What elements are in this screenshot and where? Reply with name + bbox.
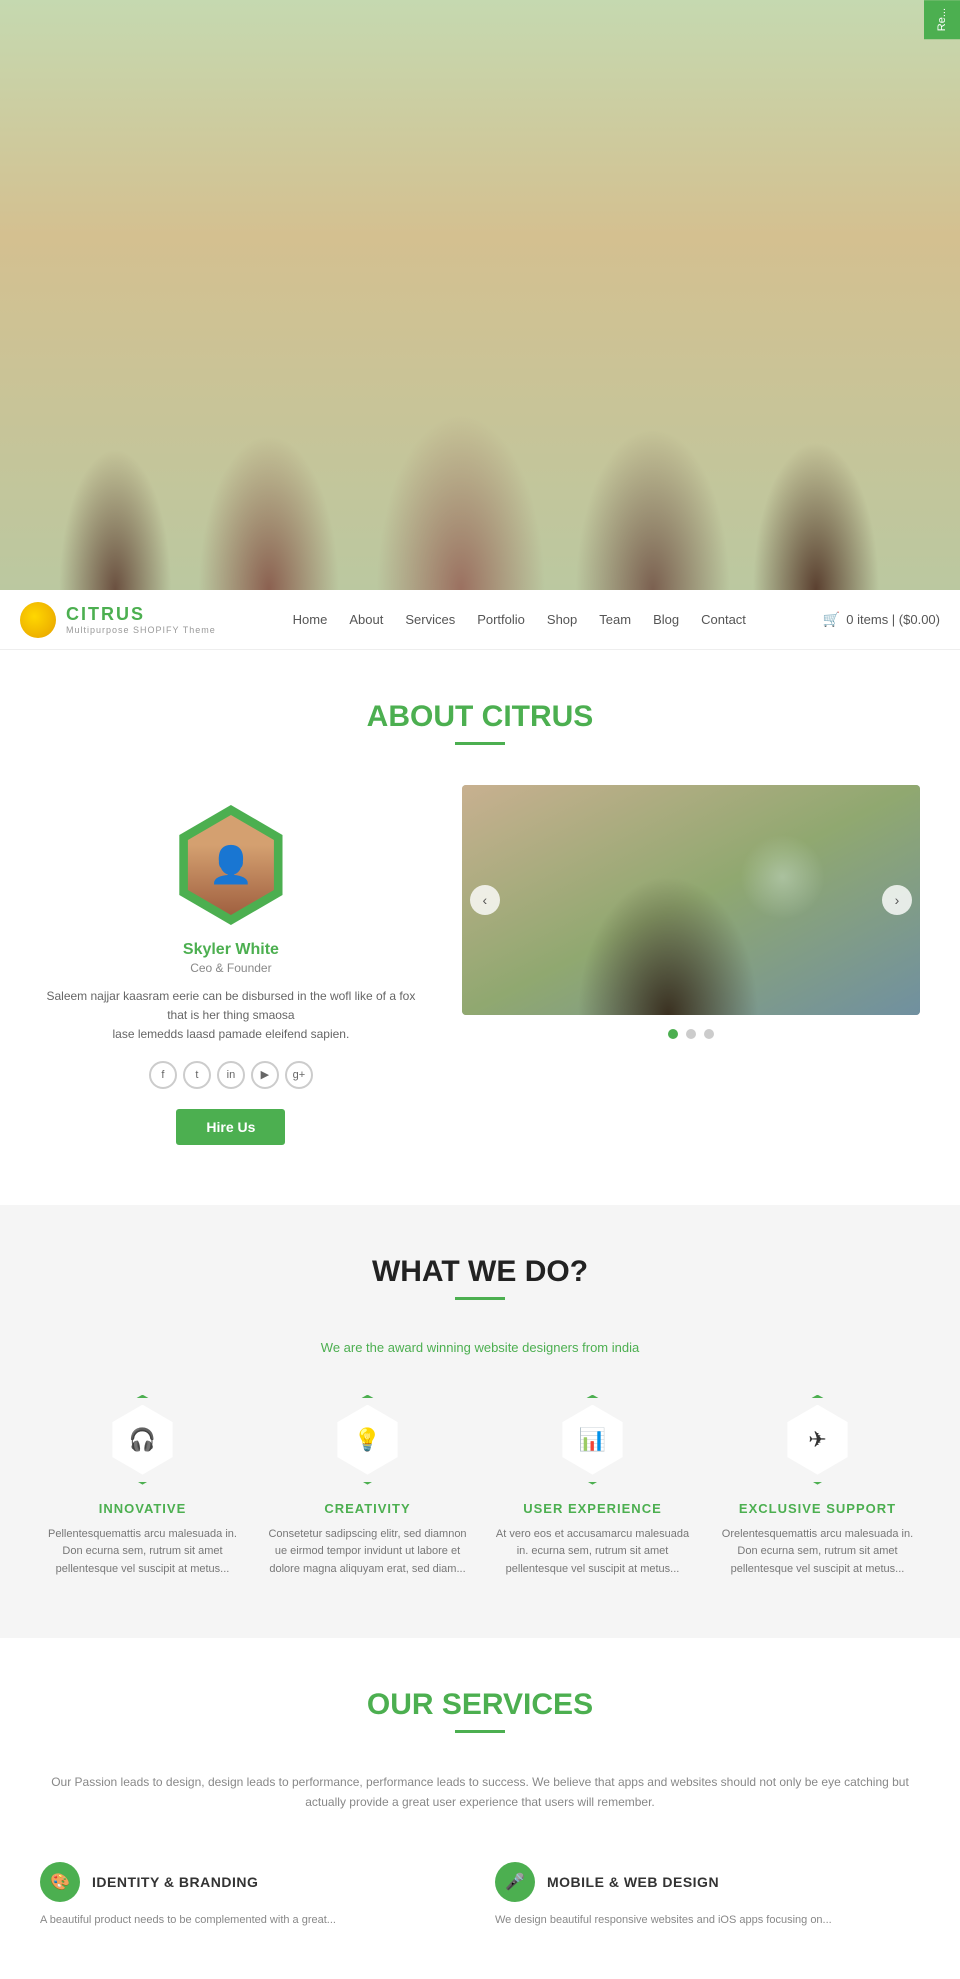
feature-desc-creativity: Consetetur sadipscing elitr, sed diamnon… [265,1526,470,1579]
feature-title-innovative: INNOVATIVE [99,1501,187,1516]
feature-hex-support: ✈ [773,1395,863,1485]
chart-icon: 📊 [579,1427,606,1453]
hire-us-button[interactable]: Hire Us [176,1109,285,1145]
register-button[interactable]: Re... [924,0,960,39]
feature-hex-innovative: 🎧 [98,1395,188,1485]
cart-icon: 🛒 [823,611,840,628]
logo-subtitle: Multipurpose SHOPIFY Theme [66,625,216,635]
feature-title-creativity: CREATIVITY [324,1501,410,1516]
whatwedo-section: WHAT WE DO? We are the award winning web… [0,1205,960,1639]
slider: ‹ › [462,785,920,1015]
about-content: 👤 Skyler White Ceo & Founder Saleem najj… [40,785,920,1145]
about-person: 👤 Skyler White Ceo & Founder Saleem najj… [40,785,422,1145]
services-section: OUR SERVICES Our Passion leads to design… [0,1638,960,1979]
social-linkedin[interactable]: in [217,1061,245,1089]
logo-text: CITRUS Multipurpose SHOPIFY Theme [66,604,216,636]
about-title: ABOUT CITRUS [40,700,920,734]
nav-links: Home About Services Portfolio Shop Team … [216,612,823,627]
social-facebook[interactable]: f [149,1061,177,1089]
nav-home[interactable]: Home [293,612,328,627]
headphones-icon: 🎧 [129,1427,156,1453]
feature-title-ux: USER EXPERIENCE [523,1501,662,1516]
feature-desc-support: Orelentesquemattis arcu malesuada in. Do… [715,1526,920,1579]
hero-image [0,0,960,590]
branding-icon: 🎨 [40,1862,80,1902]
person-desc: Saleem najjar kaasram eerie can be disbu… [40,987,422,1045]
service-webdesign-header: 🎤 MOBILE & WEB DESIGN [495,1862,920,1902]
feature-desc-ux: At vero eos et accusamarcu malesuada in.… [490,1526,695,1579]
nav-services[interactable]: Services [405,612,455,627]
feature-desc-innovative: Pellentesquemattis arcu malesuada in. Do… [40,1526,245,1579]
social-googleplus[interactable]: g+ [285,1061,313,1089]
person-title: Ceo & Founder [190,961,271,975]
slider-dot-1[interactable] [668,1029,678,1039]
logo-icon [20,602,56,638]
service-branding-desc: A beautiful product needs to be compleme… [40,1912,465,1930]
about-section: ABOUT CITRUS 👤 Skyler White Ceo & Founde… [0,650,960,1205]
service-webdesign: 🎤 MOBILE & WEB DESIGN We design beautifu… [495,1852,920,1940]
cart-count: 0 items | ($0.00) [846,612,940,627]
nav-shop[interactable]: Shop [547,612,577,627]
feature-innovative: 🎧 INNOVATIVE Pellentesquemattis arcu mal… [40,1395,245,1579]
service-branding-header: 🎨 IDENTITY & BRANDING [40,1862,465,1902]
services-grid: 🎨 IDENTITY & BRANDING A beautiful produc… [40,1852,920,1940]
whatwedo-title: WHAT WE DO? [40,1255,920,1289]
slider-dots [462,1029,920,1039]
feature-title-support: EXCLUSIVE SUPPORT [739,1501,896,1516]
social-youtube[interactable]: ▶ [251,1061,279,1089]
service-branding: 🎨 IDENTITY & BRANDING A beautiful produc… [40,1852,465,1940]
social-twitter[interactable]: t [183,1061,211,1089]
feature-ux: 📊 USER EXPERIENCE At vero eos et accusam… [490,1395,695,1579]
slider-image [462,785,920,1015]
slider-dot-3[interactable] [704,1029,714,1039]
service-webdesign-name: MOBILE & WEB DESIGN [547,1874,719,1890]
nav-contact[interactable]: Contact [701,612,746,627]
nav-portfolio[interactable]: Portfolio [477,612,525,627]
about-underline [455,742,505,745]
service-branding-name: IDENTITY & BRANDING [92,1874,258,1890]
person-name: Skyler White [183,941,279,959]
service-webdesign-desc: We design beautiful responsive websites … [495,1912,920,1930]
feature-creativity: 💡 CREATIVITY Consetetur sadipscing elitr… [265,1395,470,1579]
whatwedo-underline [455,1297,505,1300]
webdesign-icon: 🎤 [495,1862,535,1902]
services-underline [455,1730,505,1733]
avatar: 👤 [171,805,291,925]
feature-hex-creativity: 💡 [323,1395,413,1485]
logo-area: CITRUS Multipurpose SHOPIFY Theme [20,602,216,638]
navbar: CITRUS Multipurpose SHOPIFY Theme Home A… [0,590,960,650]
feature-hex-ux: 📊 [548,1395,638,1485]
bulb-icon: 💡 [354,1427,381,1453]
about-slider: ‹ › [462,785,920,1039]
cart-area[interactable]: 🛒 0 items | ($0.00) [823,611,940,628]
slider-dot-2[interactable] [686,1029,696,1039]
services-title: OUR SERVICES [40,1688,920,1722]
slider-prev[interactable]: ‹ [470,885,500,915]
services-subtitle: Our Passion leads to design, design lead… [40,1773,920,1811]
nav-blog[interactable]: Blog [653,612,679,627]
plane-icon: ✈ [808,1427,826,1453]
slider-next[interactable]: › [882,885,912,915]
whatwedo-subtitle: We are the award winning website designe… [40,1340,920,1355]
nav-about[interactable]: About [349,612,383,627]
feature-support: ✈ EXCLUSIVE SUPPORT Orelentesquemattis a… [715,1395,920,1579]
features-grid: 🎧 INNOVATIVE Pellentesquemattis arcu mal… [40,1395,920,1579]
nav-team[interactable]: Team [599,612,631,627]
hero-section: Re... [0,0,960,590]
social-icons: f t in ▶ g+ [149,1061,313,1089]
logo-name: CITRUS [66,604,216,626]
